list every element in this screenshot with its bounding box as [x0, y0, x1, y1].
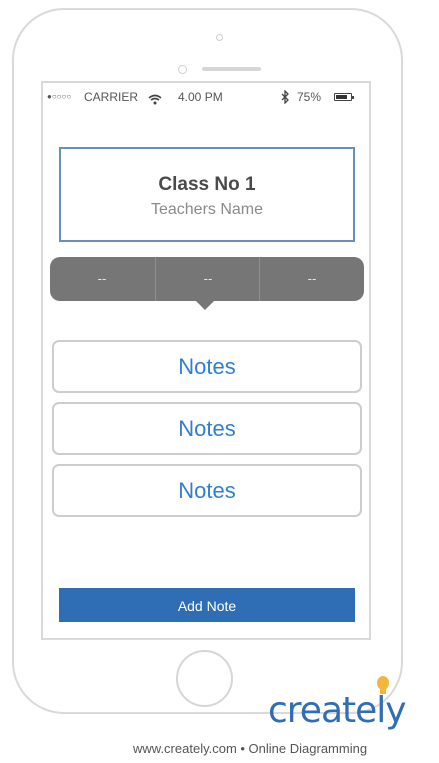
bluetooth-icon [280, 89, 290, 110]
teacher-name: Teachers Name [150, 201, 264, 218]
battery-percent: 75% [297, 90, 322, 104]
phone-screen: ●○○○○ CARRIER 4.00 PM 75% Class No 1 Tea… [41, 81, 371, 640]
note-item-1[interactable]: Notes [52, 340, 362, 393]
segmented-control: -- -- -- [50, 257, 364, 301]
carrier-label: CARRIER [84, 90, 139, 104]
home-button[interactable] [176, 650, 233, 707]
camera-icon [216, 34, 223, 41]
note-item-2[interactable]: Notes [52, 402, 362, 455]
battery-icon [334, 93, 354, 101]
speaker-grille [202, 67, 261, 71]
signal-strength-icon: ●○○○○ [47, 92, 72, 101]
class-card[interactable]: Class No 1 Teachers Name [59, 147, 355, 242]
wifi-icon [148, 91, 162, 111]
status-time: 4.00 PM [178, 90, 223, 104]
segment-3[interactable]: -- [259, 257, 364, 301]
status-bar: ●○○○○ CARRIER 4.00 PM 75% [43, 87, 369, 107]
segment-2[interactable]: -- [155, 257, 260, 301]
creately-logo: creately [268, 690, 407, 731]
creately-tagline: www.creately.com • Online Diagramming [133, 741, 368, 756]
segment-pointer [196, 301, 214, 310]
segment-1[interactable]: -- [50, 257, 154, 301]
note-item-3[interactable]: Notes [52, 464, 362, 517]
sensor-icon [178, 65, 187, 74]
add-note-button[interactable]: Add Note [59, 588, 355, 622]
class-title: Class No 1 [158, 174, 256, 195]
